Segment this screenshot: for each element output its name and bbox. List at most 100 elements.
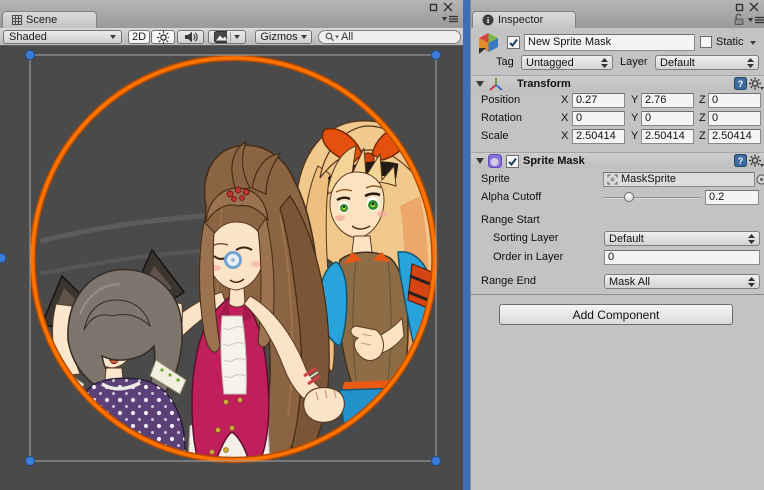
sprite-object-field[interactable]: MaskSprite (603, 172, 755, 187)
tag-dropdown[interactable]: Untagged (521, 55, 613, 70)
axis-x-label: X (561, 129, 568, 144)
scale-x-field[interactable]: 2.50414 (572, 129, 625, 144)
close-icon[interactable] (749, 2, 759, 12)
handle-top-right[interactable] (432, 51, 441, 60)
scene-panel-menu-icon[interactable] (442, 15, 459, 23)
rotation-label: Rotation (481, 111, 522, 126)
axis-y-label: Y (631, 93, 638, 108)
order-in-layer-field[interactable]: 0 (604, 250, 760, 265)
scene-effects-button[interactable] (208, 30, 246, 44)
transform-foldout-icon[interactable] (476, 81, 484, 87)
scale-z-field[interactable]: 2.50414 (708, 129, 761, 144)
handle-bottom-right[interactable] (432, 457, 441, 466)
alpha-cutoff-label: Alpha Cutoff (481, 190, 541, 205)
sprite-value: MaskSprite (621, 173, 676, 186)
svg-text:?: ? (738, 156, 744, 166)
gear-icon[interactable] (749, 154, 764, 167)
axis-x-label: X (561, 111, 568, 126)
info-icon: i (482, 14, 494, 26)
sprite-thumb-icon (607, 174, 618, 185)
layer-dropdown[interactable]: Default (655, 55, 759, 70)
search-value: All (341, 31, 353, 43)
scene-viewport[interactable] (0, 46, 463, 490)
layer-label: Layer (620, 55, 648, 70)
transform-header[interactable] (471, 75, 764, 92)
gear-icon[interactable] (749, 77, 764, 90)
alpha-cutoff-field[interactable]: 0.2 (705, 190, 759, 205)
axis-z-label: Z (699, 93, 706, 108)
maximize-icon[interactable] (429, 3, 438, 12)
object-picker-icon[interactable] (756, 174, 764, 185)
add-component-button[interactable]: Add Component (499, 304, 733, 325)
axis-z-label: Z (699, 111, 706, 126)
sprite-mask-enabled-checkbox[interactable] (506, 155, 519, 168)
sprite-label: Sprite (481, 172, 510, 187)
scene-tabstrip: Scene (0, 0, 463, 28)
axis-x-label: X (561, 93, 568, 108)
handle-top-left[interactable] (26, 51, 35, 60)
transform-icon (488, 77, 504, 92)
scene-search-input[interactable]: All (318, 30, 461, 44)
static-checkbox[interactable] (700, 36, 712, 48)
toggle-2d-button[interactable]: 2D (128, 30, 150, 44)
gizmos-dropdown[interactable]: Gizmos (255, 30, 312, 44)
chevron-down-icon (110, 35, 116, 39)
range-end-dropdown[interactable]: Mask All (604, 274, 760, 289)
panel-splitter[interactable] (463, 0, 470, 490)
rotation-z-field[interactable]: 0 (708, 111, 761, 126)
updown-arrows-icon (747, 58, 754, 68)
gameobject-name-field[interactable]: New Sprite Mask (524, 34, 695, 51)
gameobject-cube-icon[interactable] (477, 31, 500, 54)
sorting-layer-value: Default (609, 233, 644, 245)
search-icon (325, 32, 339, 42)
range-start-label: Range Start (481, 213, 540, 228)
position-label: Position (481, 93, 520, 108)
alpha-cutoff-slider[interactable] (604, 197, 700, 199)
order-in-layer-label: Order in Layer (493, 250, 563, 265)
check-icon (507, 156, 518, 167)
range-end-value: Mask All (609, 276, 650, 288)
lock-icon[interactable] (734, 13, 745, 25)
sprite-mask-icon (488, 154, 502, 168)
scene-window-buttons (429, 2, 453, 12)
maximize-icon[interactable] (735, 3, 744, 12)
inspector-window-buttons (735, 2, 759, 12)
alpha-cutoff-slider-thumb[interactable] (624, 192, 634, 202)
rotation-y-field[interactable]: 0 (641, 111, 694, 126)
gameobject-active-checkbox[interactable] (507, 36, 520, 49)
position-z-field[interactable]: 0 (708, 93, 761, 108)
transform-title: Transform (517, 77, 571, 92)
inspector-panel-menu-icon[interactable] (748, 16, 764, 24)
handle-edge-left[interactable] (0, 254, 6, 263)
gizmos-label: Gizmos (260, 31, 297, 43)
sorting-layer-dropdown[interactable]: Default (604, 231, 760, 246)
position-y-field[interactable]: 2.76 (641, 93, 694, 108)
help-icon[interactable]: ? (734, 154, 747, 167)
component-separator (471, 294, 764, 295)
updown-arrows-icon (748, 277, 755, 287)
chevron-down-icon (301, 35, 307, 39)
updown-arrows-icon (748, 234, 755, 244)
shading-mode-dropdown[interactable]: Shaded (3, 30, 122, 44)
tab-inspector[interactable]: i Inspector (472, 11, 576, 28)
scene-audio-button[interactable] (177, 30, 204, 44)
shading-mode-label: Shaded (9, 31, 47, 43)
static-dropdown-icon[interactable] (750, 41, 756, 45)
axis-z-label: Z (699, 129, 706, 144)
tab-scene[interactable]: Scene (2, 11, 97, 28)
sprite-mask-title: Sprite Mask (523, 154, 585, 169)
svg-text:?: ? (738, 79, 744, 89)
axis-y-label: Y (631, 129, 638, 144)
layer-value: Default (660, 57, 695, 69)
handle-bottom-left[interactable] (26, 457, 35, 466)
rotation-x-field[interactable]: 0 (572, 111, 625, 126)
scene-lighting-button[interactable] (151, 30, 175, 44)
position-x-field[interactable]: 0.27 (572, 93, 625, 108)
sprite-mask-foldout-icon[interactable] (476, 158, 484, 164)
close-icon[interactable] (443, 2, 453, 12)
range-end-label: Range End (481, 274, 536, 289)
help-icon[interactable]: ? (734, 77, 747, 90)
scale-y-field[interactable]: 2.50414 (641, 129, 694, 144)
2d-label: 2D (132, 31, 146, 43)
scale-label: Scale (481, 129, 509, 144)
